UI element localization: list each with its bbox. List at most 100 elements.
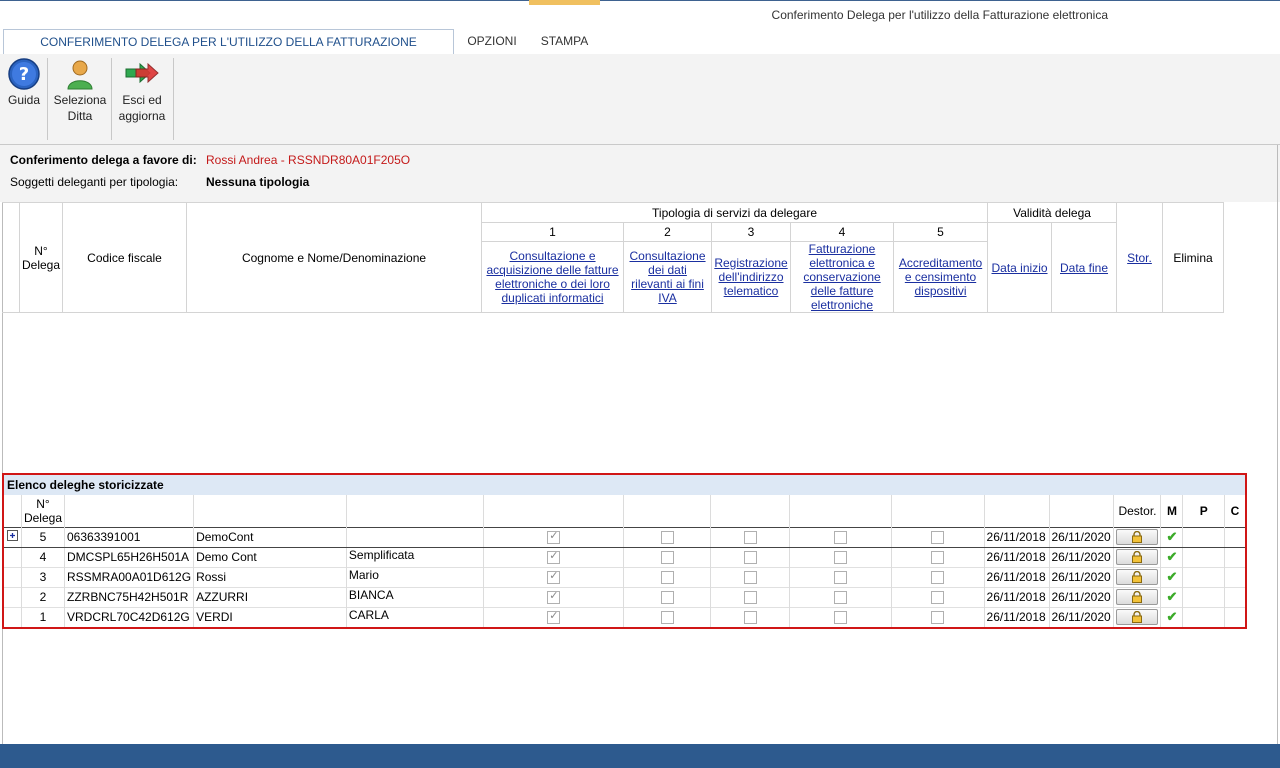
expand-plus-icon[interactable] (6, 530, 18, 541)
destor-cell[interactable] (1113, 526, 1162, 548)
service-2-cell (623, 586, 712, 607)
service-5-checkbox[interactable] (931, 531, 945, 545)
service-1-cell (483, 566, 625, 587)
data-inizio-cell: 26/11/2018 (984, 606, 1050, 627)
service-4-cell (789, 586, 892, 607)
service-4-link[interactable]: Fatturazione elettronica e conservazione… (803, 242, 880, 312)
tab-opzioni[interactable]: OPZIONI (456, 29, 528, 53)
data-fine-link[interactable]: Data fine (1060, 261, 1108, 275)
tab-stampa[interactable]: STAMPA (529, 29, 600, 53)
service-4-checkbox[interactable] (833, 531, 847, 545)
c-cell (1224, 606, 1245, 627)
history-row[interactable]: 4DMCSPL65H26H501ADemo ContSemplificata 26… (4, 546, 1245, 567)
seleziona-ditta-button[interactable]: Seleziona Ditta (52, 58, 108, 124)
hist-col-destor: Destor. (1113, 495, 1162, 527)
tab-conferimento[interactable]: CONFERIMENTO DELEGA PER L'UTILIZZO DELLA… (3, 29, 454, 73)
service-2-cell (623, 526, 712, 548)
service-4-checkbox[interactable] (833, 611, 847, 625)
expand-cell[interactable] (4, 566, 22, 587)
service-4-cell (789, 606, 892, 627)
service-2[interactable]: Consultazione dei dati rilevanti ai fini… (623, 241, 713, 313)
service-1-link[interactable]: Consultazione e acquisizione delle fattu… (486, 249, 618, 305)
service-5-checkbox[interactable] (931, 571, 945, 585)
col-data-fine[interactable]: Data fine (1051, 222, 1118, 313)
destor-button[interactable] (1116, 529, 1159, 545)
expand-cell[interactable] (4, 546, 22, 567)
destor-button[interactable] (1116, 569, 1159, 585)
check-icon: ✔ (1166, 569, 1178, 584)
history-row[interactable]: 3RSSMRA00A01D612GRossiMario 26/11/201826/… (4, 566, 1245, 587)
data-inizio-link[interactable]: Data inizio (992, 261, 1048, 275)
status-bar (0, 744, 1280, 768)
favore-label: Conferimento delega a favore di: (10, 153, 197, 167)
hist-col-c: C (1230, 503, 1240, 518)
data-inizio-cell: 26/11/2018 (984, 586, 1050, 607)
service-3-link[interactable]: Registrazione dell'indirizzo telematico (714, 256, 787, 298)
tipologia-label: Soggetti deleganti per tipologia: (10, 175, 179, 189)
service-2-link[interactable]: Consultazione dei dati rilevanti ai fini… (629, 249, 705, 305)
service-2-checkbox[interactable] (660, 551, 674, 565)
destor-cell[interactable] (1113, 606, 1162, 627)
c-cell (1224, 526, 1245, 548)
hist-col-s4 (789, 495, 892, 527)
col-elimina: Elimina (1162, 202, 1225, 313)
service-4-cell (789, 526, 892, 548)
guida-button[interactable]: ? Guida (5, 58, 43, 108)
destor-button[interactable] (1116, 609, 1159, 625)
service-3-checkbox[interactable] (743, 551, 757, 565)
service-5-checkbox[interactable] (931, 551, 945, 565)
history-row[interactable]: 506363391001DemoCont 26/11/201826/11/2020… (4, 526, 1245, 548)
guida-label: Guida (7, 93, 41, 107)
service-3-checkbox[interactable] (743, 571, 757, 585)
esci-aggiorna-button[interactable]: Esci ed aggiorna (116, 58, 168, 124)
service-5-link[interactable]: Accreditamento e censimento dispositivi (899, 256, 982, 298)
service-4-checkbox[interactable] (833, 591, 847, 605)
col-stor[interactable]: Stor. (1116, 202, 1164, 313)
service-2-checkbox[interactable] (660, 611, 674, 625)
stor-link[interactable]: Stor. (1127, 251, 1152, 265)
service-1-checkbox[interactable] (547, 549, 561, 565)
service-5-checkbox[interactable] (931, 591, 945, 605)
service-1-checkbox[interactable] (547, 589, 561, 605)
history-table: N° Delega Destor. M P C 5 06363391001 DemoC… (4, 495, 1245, 627)
destor-cell[interactable] (1113, 566, 1162, 587)
service-1-checkbox[interactable] (547, 529, 561, 545)
hist-col-nome (346, 495, 485, 527)
col-cognome-nome: Cognome e Nome/Denominazione (186, 202, 483, 313)
service-1-checkbox[interactable] (547, 609, 561, 625)
service-4-checkbox[interactable] (833, 551, 847, 565)
service-4-checkbox[interactable] (833, 571, 847, 585)
service-2-checkbox[interactable] (660, 571, 674, 585)
service-5-checkbox[interactable] (931, 611, 945, 625)
destor-cell[interactable] (1113, 586, 1162, 607)
destor-cell[interactable] (1113, 546, 1162, 567)
service-2-checkbox[interactable] (660, 531, 674, 545)
service-3-checkbox[interactable] (743, 591, 757, 605)
history-row[interactable]: 2ZZRBNC75H42H501RAZZURRIBIANCA 26/11/2018… (4, 586, 1245, 607)
history-panel: Elenco deleghe storicizzate N° Delega Des… (2, 473, 1247, 629)
service-4-cell (789, 546, 892, 567)
expand-cell[interactable] (4, 606, 22, 627)
service-1[interactable]: Consultazione e acquisizione delle fattu… (481, 241, 625, 313)
service-5[interactable]: Accreditamento e censimento dispositivi (893, 241, 989, 313)
frame-border (1277, 145, 1278, 745)
service-4[interactable]: Fatturazione elettronica e conservazione… (790, 241, 895, 313)
service-3-checkbox[interactable] (743, 531, 757, 545)
service-5-cell (891, 606, 985, 627)
service-2-cell (623, 566, 712, 587)
service-3[interactable]: Registrazione dell'indirizzo telematico (711, 241, 792, 313)
col-data-inizio[interactable]: Data inizio (987, 222, 1053, 313)
destor-button[interactable] (1116, 589, 1159, 605)
history-row[interactable]: 1VRDCRL70C42D612GVERDICARLA 26/11/201826/… (4, 606, 1245, 627)
service-2-checkbox[interactable] (660, 591, 674, 605)
expand-cell[interactable] (4, 586, 22, 607)
hist-col-s5 (891, 495, 985, 527)
service-1-checkbox[interactable] (547, 569, 561, 585)
destor-button[interactable] (1116, 549, 1159, 565)
service-3-cell (710, 546, 790, 567)
expand-cell[interactable] (4, 526, 22, 548)
hist-col-expand (4, 495, 22, 527)
service-3-checkbox[interactable] (743, 611, 757, 625)
service-1-cell (483, 586, 625, 607)
service-num-4: 4 (790, 222, 895, 242)
